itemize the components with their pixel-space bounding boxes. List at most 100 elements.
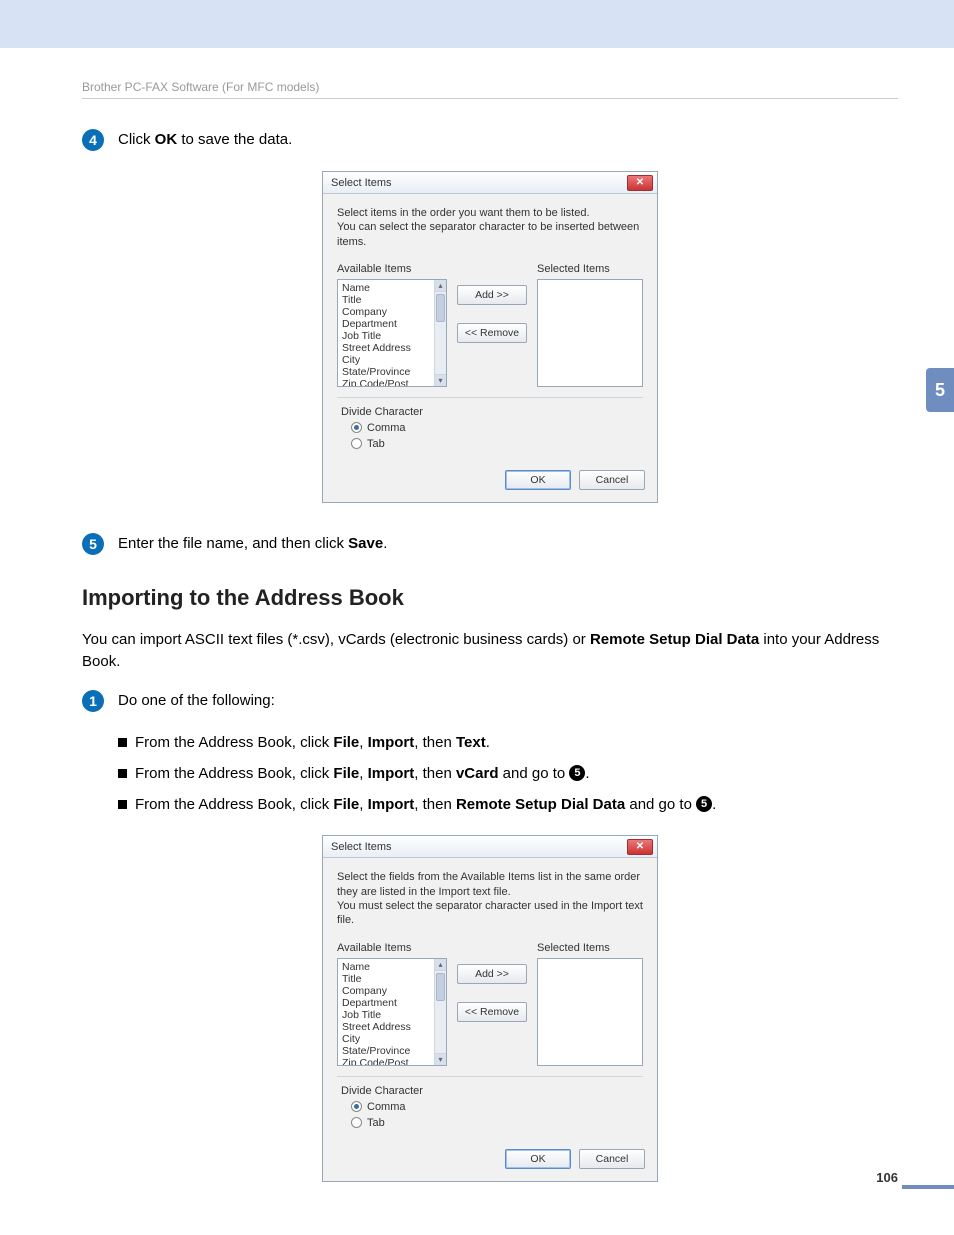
text: Select items in the order you want them …	[337, 206, 643, 220]
scroll-thumb[interactable]	[436, 294, 445, 322]
ok-button[interactable]: OK	[505, 470, 571, 490]
text: ,	[359, 734, 367, 751]
text-bold: Import	[368, 734, 415, 751]
cancel-button[interactable]: Cancel	[579, 470, 645, 490]
dialog-body: Select items in the order you want them …	[323, 194, 657, 462]
dialog-columns: Available Items Name Title Company Depar…	[337, 263, 643, 387]
dialog-instructions: Select items in the order you want them …	[337, 206, 643, 249]
bullet-text: From the Address Book, click File, Impor…	[135, 732, 490, 753]
bullet-text: From the Address Book, click File, Impor…	[135, 794, 716, 815]
list-item[interactable]: Zip Code/Post Code	[342, 378, 434, 387]
text-bold: File	[333, 734, 359, 751]
cancel-button[interactable]: Cancel	[579, 1149, 645, 1169]
step-4-text: Click OK to save the data.	[118, 129, 292, 151]
scrollbar[interactable]: ▴ ▾	[434, 280, 446, 386]
step-1: 1 Do one of the following:	[82, 690, 898, 712]
step-5-text: Enter the file name, and then click Save…	[118, 533, 387, 555]
radio-comma[interactable]	[351, 422, 362, 433]
available-items-label: Available Items	[337, 942, 447, 954]
scroll-thumb[interactable]	[436, 973, 445, 1001]
available-items-listbox[interactable]: Name Title Company Department Job Title …	[337, 279, 447, 387]
list-item[interactable]: Company	[342, 306, 434, 318]
ok-button[interactable]: OK	[505, 1149, 571, 1169]
text: You can select the separator character t…	[337, 220, 643, 249]
text: Select the fields from the Available Ite…	[337, 870, 643, 899]
text: and go to	[625, 796, 696, 813]
radio-tab-row[interactable]: Tab	[351, 438, 643, 450]
list-item[interactable]: Street Address	[342, 1021, 434, 1033]
selected-items-label: Selected Items	[537, 942, 643, 954]
list-item[interactable]: City	[342, 354, 434, 366]
radio-tab-row[interactable]: Tab	[351, 1117, 643, 1129]
list-item[interactable]: Street Address	[342, 342, 434, 354]
close-icon[interactable]: ✕	[627, 175, 653, 191]
dialog-footer: OK Cancel	[323, 462, 657, 502]
list-item[interactable]: Department	[342, 318, 434, 330]
list-item[interactable]: Job Title	[342, 1009, 434, 1021]
text: You can import ASCII text files (*.csv),…	[82, 631, 590, 648]
scroll-down-icon[interactable]: ▾	[435, 1053, 446, 1065]
available-items-listbox[interactable]: Name Title Company Department Job Title …	[337, 958, 447, 1066]
top-decoration-bar	[0, 0, 954, 48]
bullet-vcard-option: From the Address Book, click File, Impor…	[118, 763, 898, 784]
text: ,	[359, 796, 367, 813]
list-item[interactable]: Zip Code/Post Code	[342, 1057, 434, 1066]
step-number-5-icon: 5	[82, 533, 104, 555]
text-bold: Import	[368, 765, 415, 782]
bullet-icon	[118, 800, 127, 809]
remove-button[interactable]: << Remove	[457, 323, 527, 343]
chapter-side-tab: 5	[926, 368, 954, 412]
divide-character-group: Divide Character Comma Tab	[337, 1076, 643, 1137]
text-bold: vCard	[456, 765, 499, 782]
bullet-text-option: From the Address Book, click File, Impor…	[118, 732, 898, 753]
list-item[interactable]: State/Province	[342, 1045, 434, 1057]
dialog-titlebar: Select Items ✕	[323, 172, 657, 194]
dialog-title: Select Items	[331, 841, 392, 853]
text: .	[585, 765, 589, 782]
scroll-up-icon[interactable]: ▴	[435, 959, 446, 971]
text: .	[383, 535, 387, 552]
list-item[interactable]: Company	[342, 985, 434, 997]
radio-comma-row[interactable]: Comma	[351, 1101, 643, 1113]
bullet-text: From the Address Book, click File, Impor…	[135, 763, 590, 784]
radio-tab[interactable]	[351, 1117, 362, 1128]
step-1-sub-bullets: From the Address Book, click File, Impor…	[118, 732, 898, 815]
selected-items-listbox[interactable]	[537, 279, 643, 387]
selected-items-label: Selected Items	[537, 263, 643, 275]
text-bold: Text	[456, 734, 486, 751]
text: to save the data.	[177, 131, 292, 148]
text: , then	[414, 734, 456, 751]
list-item[interactable]: Name	[342, 282, 434, 294]
text-bold: Remote Setup Dial Data	[456, 796, 625, 813]
list-item[interactable]: State/Province	[342, 366, 434, 378]
radio-tab[interactable]	[351, 438, 362, 449]
selected-items-listbox[interactable]	[537, 958, 643, 1066]
text: From the Address Book, click	[135, 796, 333, 813]
list-item[interactable]: Title	[342, 973, 434, 985]
remove-button[interactable]: << Remove	[457, 1002, 527, 1022]
text: Enter the file name, and then click	[118, 535, 348, 552]
step-4: 4 Click OK to save the data.	[82, 129, 898, 151]
scroll-down-icon[interactable]: ▾	[435, 374, 446, 386]
divide-character-label: Divide Character	[341, 406, 643, 418]
radio-comma-row[interactable]: Comma	[351, 422, 643, 434]
list-item[interactable]: Title	[342, 294, 434, 306]
close-icon[interactable]: ✕	[627, 839, 653, 855]
add-button[interactable]: Add >>	[457, 964, 527, 984]
text: , then	[414, 796, 456, 813]
text: ,	[359, 765, 367, 782]
list-item[interactable]: Department	[342, 997, 434, 1009]
list-item[interactable]: Name	[342, 961, 434, 973]
add-button[interactable]: Add >>	[457, 285, 527, 305]
step-number-1-icon: 1	[82, 690, 104, 712]
dialog-titlebar: Select Items ✕	[323, 836, 657, 858]
select-items-dialog-import: Select Items ✕ Select the fields from th…	[322, 835, 658, 1181]
radio-comma[interactable]	[351, 1101, 362, 1112]
scroll-up-icon[interactable]: ▴	[435, 280, 446, 292]
text: and go to	[499, 765, 570, 782]
scrollbar[interactable]: ▴ ▾	[434, 959, 446, 1065]
list-item[interactable]: Job Title	[342, 330, 434, 342]
header-divider	[82, 98, 898, 99]
list-item[interactable]: City	[342, 1033, 434, 1045]
page-number: 106	[876, 1170, 898, 1185]
